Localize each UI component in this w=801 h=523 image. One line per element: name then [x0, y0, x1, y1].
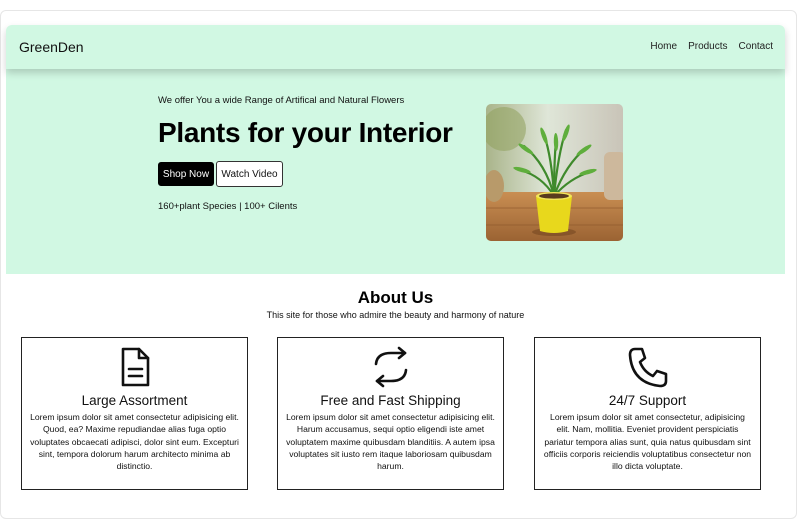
- refresh-icon: [369, 345, 413, 389]
- card-text: Lorem ipsum dolor sit amet consectetur a…: [30, 412, 239, 472]
- nav-link-products[interactable]: Products: [688, 41, 727, 52]
- plant-photo: [486, 104, 623, 241]
- page: GreenDen Home Products Contact We offer …: [6, 25, 785, 513]
- hero-section: We offer You a wide Range of Artifical a…: [6, 69, 785, 274]
- document-icon: [113, 345, 157, 389]
- hero-tagline: We offer You a wide Range of Artifical a…: [158, 95, 405, 106]
- feature-card-support: 24/7 Support Lorem ipsum dolor sit amet …: [534, 337, 761, 490]
- feature-card-shipping: Free and Fast Shipping Lorem ipsum dolor…: [277, 337, 504, 490]
- feature-card-assortment: Large Assortment Lorem ipsum dolor sit a…: [21, 337, 248, 490]
- card-title: Large Assortment: [81, 393, 188, 408]
- brand-logo[interactable]: GreenDen: [19, 39, 84, 55]
- hero-stats: 160+plant Species | 100+ Cilents: [158, 201, 298, 212]
- card-title: Free and Fast Shipping: [320, 393, 461, 408]
- about-subtitle: This site for those who admire the beaut…: [266, 310, 525, 320]
- shop-now-button[interactable]: Shop Now: [158, 162, 214, 186]
- nav-links: Home Products Contact: [650, 41, 773, 52]
- navbar: GreenDen Home Products Contact: [6, 25, 785, 69]
- watch-video-button[interactable]: Watch Video: [216, 161, 283, 187]
- about-section: About Us This site for those who admire …: [6, 274, 785, 513]
- card-text: Lorem ipsum dolor sit amet consectetur a…: [286, 412, 495, 472]
- nav-link-contact[interactable]: Contact: [739, 41, 773, 52]
- hero-title: Plants for your Interior: [158, 117, 453, 148]
- nav-link-home[interactable]: Home: [650, 41, 677, 52]
- card-text: Lorem ipsum dolor sit amet consectetur, …: [543, 412, 752, 472]
- card-title: 24/7 Support: [608, 393, 687, 408]
- about-title: About Us: [357, 288, 434, 307]
- phone-icon: [626, 345, 670, 389]
